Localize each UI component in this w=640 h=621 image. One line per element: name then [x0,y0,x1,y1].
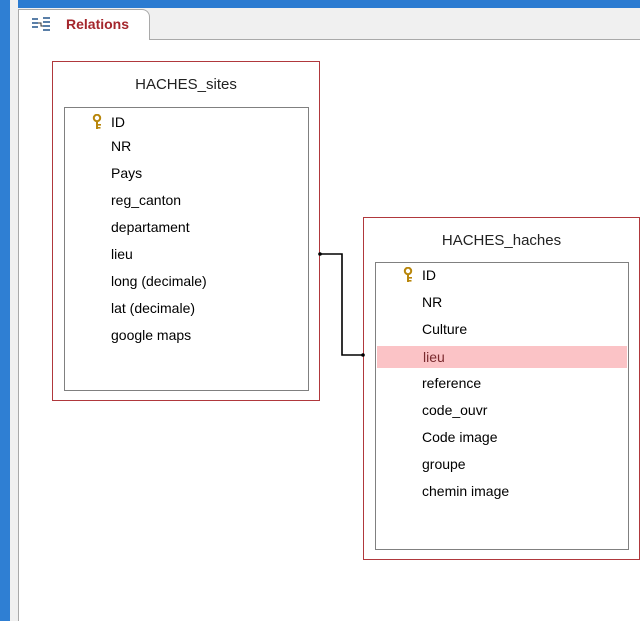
table-title[interactable]: HACHES_haches [364,232,639,249]
field-groupe[interactable]: groupe [376,453,628,475]
field-lieu[interactable]: lieu [65,243,308,265]
field-label: lieu [423,349,445,365]
field-label: departament [111,219,190,235]
navigation-pane-edge[interactable] [0,0,10,621]
field-label: reg_canton [111,192,182,208]
field-label: ID [111,114,125,130]
field-departament[interactable]: departament [65,216,308,238]
field-list[interactable]: ID NR Culture lieu reference code_ouvr C… [375,262,629,550]
field-id[interactable]: ID [376,264,628,286]
field-google-maps[interactable]: google maps [65,324,308,346]
field-pays[interactable]: Pays [65,162,308,184]
field-label: reference [422,375,482,391]
field-culture[interactable]: Culture [376,318,628,340]
field-label: NR [111,138,132,154]
field-label: lieu [111,246,133,262]
field-label: lat (decimale) [111,300,196,316]
field-chemin-image[interactable]: chemin image [376,480,628,502]
table-haches-sites[interactable]: HACHES_sites ID NR Pays reg_canton depar… [52,61,320,401]
field-code-image[interactable]: Code image [376,426,628,448]
field-nr[interactable]: NR [65,135,308,157]
field-lieu-selected[interactable]: lieu [377,346,627,368]
table-title[interactable]: HACHES_sites [53,76,319,93]
field-label: google maps [111,327,192,343]
key-icon [403,267,413,282]
field-reference[interactable]: reference [376,372,628,394]
field-long[interactable]: long (decimale) [65,270,308,292]
field-list[interactable]: ID NR Pays reg_canton departament lieu l… [64,107,309,391]
left-gutter [10,0,18,621]
field-id[interactable]: ID [65,111,308,133]
field-label: groupe [422,456,466,472]
field-label: ID [422,267,436,283]
field-nr[interactable]: NR [376,291,628,313]
tab-relations-label: Relations [66,16,130,32]
relationships-icon [32,17,50,31]
field-code-ouvr[interactable]: code_ouvr [376,399,628,421]
field-lat[interactable]: lat (decimale) [65,297,308,319]
key-icon [92,114,102,129]
field-label: Code image [422,429,498,445]
window-top-edge [0,0,640,8]
field-label: code_ouvr [422,402,488,418]
field-label: Culture [422,321,468,337]
field-label: long (decimale) [111,273,207,289]
field-label: Pays [111,165,143,181]
field-label: NR [422,294,443,310]
tab-relations[interactable]: Relations [18,9,150,40]
field-label: chemin image [422,483,510,499]
field-reg-canton[interactable]: reg_canton [65,189,308,211]
table-haches-haches[interactable]: HACHES_haches ID NR Culture lieu referen… [363,217,640,560]
